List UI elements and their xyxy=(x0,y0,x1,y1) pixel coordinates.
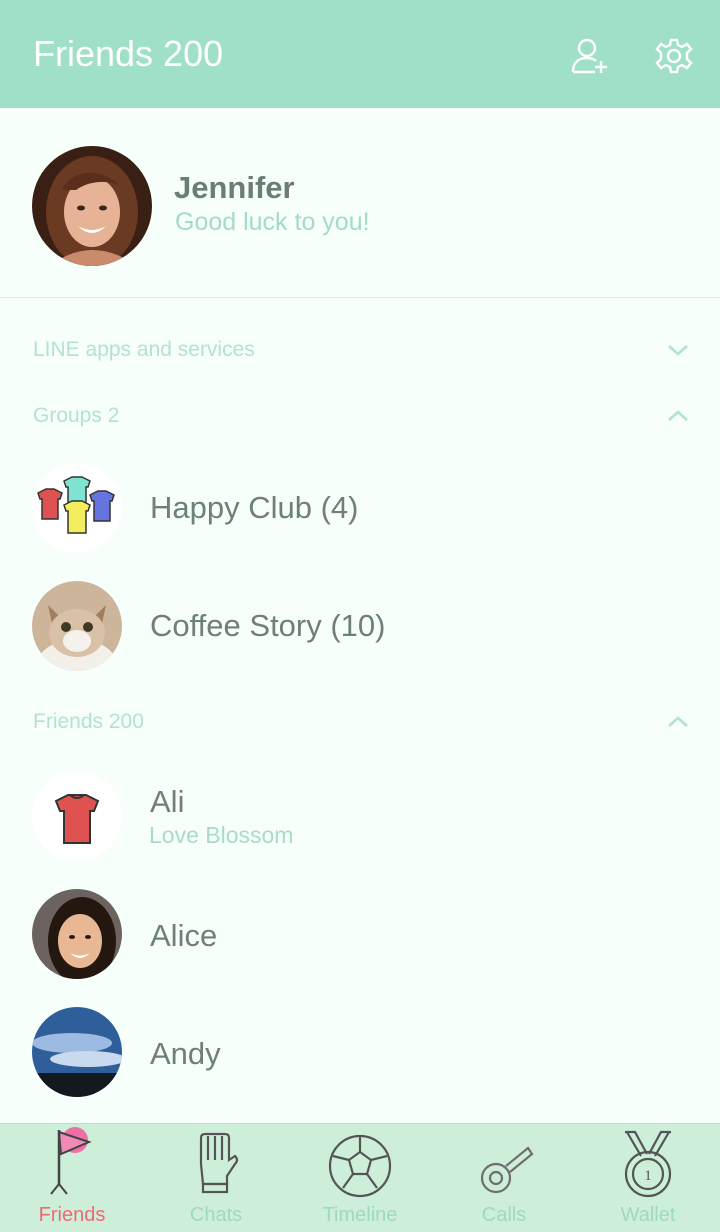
medal-icon: 1 xyxy=(624,1130,672,1198)
my-profile[interactable]: Jennifer Good luck to you! xyxy=(0,108,720,298)
tab-label: Timeline xyxy=(322,1204,398,1226)
tab-friends[interactable]: Friends xyxy=(0,1124,144,1232)
section-label: Groups 2 xyxy=(33,404,120,427)
section-friends[interactable]: Friends 200 xyxy=(0,700,720,744)
group-name: Coffee Story (10) xyxy=(150,608,386,643)
add-friend-button[interactable] xyxy=(568,34,612,78)
sky-photo-avatar xyxy=(32,1007,122,1097)
tab-calls[interactable]: Calls xyxy=(432,1124,576,1232)
friend-row-andy[interactable]: Andy xyxy=(0,1002,720,1102)
jerseys-12-avatar xyxy=(32,463,122,553)
group-row-happy-club[interactable]: Happy Club (4) xyxy=(0,458,720,558)
settings-button[interactable] xyxy=(652,34,696,78)
soccer-ball-icon xyxy=(328,1134,392,1198)
medal-number: 1 xyxy=(644,1168,652,1184)
chevron-down-icon xyxy=(668,345,688,356)
profile-name: Jennifer xyxy=(174,170,295,205)
glove-icon xyxy=(199,1132,239,1194)
tab-label: Chats xyxy=(189,1204,243,1226)
flag-icon xyxy=(50,1127,92,1195)
page-title: Friends 200 xyxy=(33,33,224,74)
bottom-tab-bar: Friends Chats Timeline Calls 1 Wallet xyxy=(0,1123,720,1232)
jersey-10-avatar xyxy=(32,771,122,861)
add-person-icon xyxy=(571,38,607,74)
friend-status-message: Love Blossom xyxy=(149,822,294,848)
group-name: Happy Club (4) xyxy=(150,490,359,525)
section-groups[interactable]: Groups 2 xyxy=(0,394,720,438)
tab-chats[interactable]: Chats xyxy=(144,1124,288,1232)
friend-name: Alice xyxy=(150,918,218,953)
section-label: LINE apps and services xyxy=(33,338,255,361)
tab-timeline[interactable]: Timeline xyxy=(288,1124,432,1232)
chevron-up-icon xyxy=(668,716,688,727)
section-line-apps-services[interactable]: LINE apps and services xyxy=(0,328,720,372)
friend-row-alice[interactable]: Alice xyxy=(0,884,720,984)
tab-wallet[interactable]: 1 Wallet xyxy=(576,1124,720,1232)
group-row-coffee-story[interactable]: Coffee Story (10) xyxy=(0,576,720,676)
gear-icon xyxy=(655,38,693,74)
woman-photo-avatar xyxy=(32,889,122,979)
friend-name: Ali xyxy=(150,784,185,819)
friend-row-ali[interactable]: Ali Love Blossom xyxy=(0,766,720,866)
profile-avatar xyxy=(32,146,152,266)
tab-label: Friends xyxy=(38,1204,106,1226)
header-bar: Friends 200 xyxy=(0,0,720,108)
cat-avatar xyxy=(32,581,122,671)
chevron-up-icon xyxy=(668,410,688,421)
profile-status-message: Good luck to you! xyxy=(175,208,370,236)
tab-label: Wallet xyxy=(620,1204,676,1226)
whistle-icon xyxy=(480,1146,534,1194)
tab-label: Calls xyxy=(481,1204,527,1226)
friend-name: Andy xyxy=(150,1036,221,1071)
section-label: Friends 200 xyxy=(33,710,144,733)
